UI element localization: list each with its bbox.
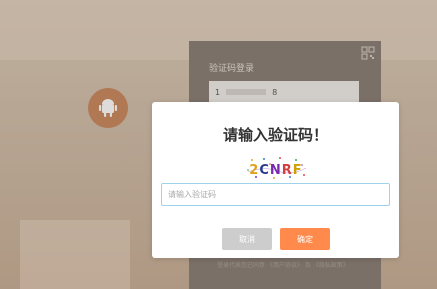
captcha-image[interactable]: 2CNRF [244,156,308,180]
captcha-dialog: 请输入验证码！ 2CNRF 取消 确定 [152,102,399,258]
cancel-button[interactable]: 取消 [222,228,272,250]
captcha-input[interactable] [161,183,390,206]
svg-text:2CNRF: 2CNRF [249,163,302,178]
confirm-button[interactable]: 确定 [280,228,330,250]
dialog-title: 请输入验证码！ [222,126,328,144]
